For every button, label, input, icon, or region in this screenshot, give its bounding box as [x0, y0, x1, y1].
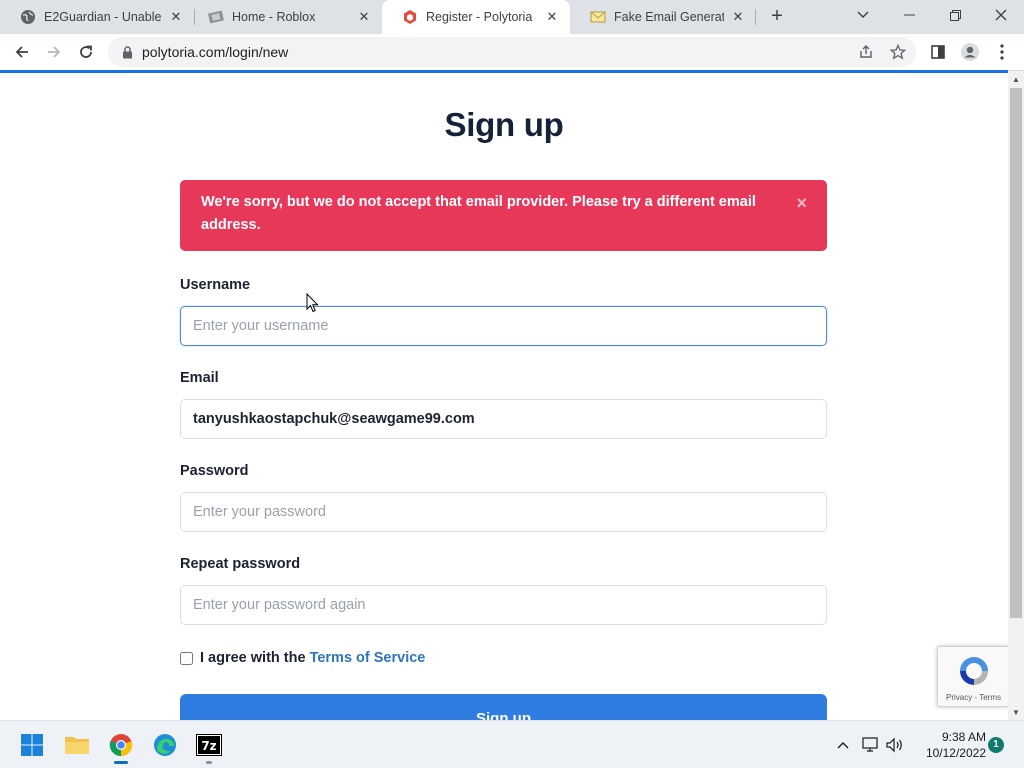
email-label: Email: [180, 370, 219, 386]
username-input[interactable]: [180, 306, 827, 346]
clock-time: 9:38 AM: [941, 730, 986, 744]
system-clock[interactable]: 9:38 AM 10/12/2022: [910, 729, 986, 761]
scroll-up-arrow-icon[interactable]: ▲: [1008, 71, 1024, 87]
tab-title: Home - Roblox: [232, 10, 316, 24]
terms-of-service-link[interactable]: Terms of Service: [310, 650, 426, 666]
browser-tab-strip: E2Guardian - Unable to ✕ Home - Roblox ✕…: [0, 0, 1024, 34]
repeat-password-input[interactable]: [180, 585, 827, 625]
sign-up-button-label: Sign up: [476, 710, 531, 720]
browser-toolbar: polytoria.com/login/new: [0, 34, 1024, 71]
recaptcha-badge[interactable]: Privacy - Terms: [937, 646, 1008, 707]
tab-title: Fake Email Generator -: [614, 10, 724, 24]
network-icon[interactable]: [861, 735, 881, 755]
profile-avatar-icon[interactable]: [958, 40, 982, 64]
recaptcha-terms[interactable]: Privacy - Terms: [938, 693, 1009, 702]
notification-badge[interactable]: 1: [988, 737, 1004, 753]
lock-icon[interactable]: [120, 45, 134, 59]
roblox-icon: [208, 9, 224, 25]
address-bar[interactable]: polytoria.com/login/new: [108, 37, 916, 67]
windows-start-icon[interactable]: [16, 729, 48, 761]
edge-icon[interactable]: [149, 729, 181, 761]
tab-close-icon[interactable]: ✕: [356, 9, 372, 25]
globe-icon: [20, 9, 36, 25]
password-label: Password: [180, 463, 249, 479]
tab-fake-email[interactable]: Fake Email Generator - ✕: [570, 0, 756, 34]
file-explorer-icon[interactable]: [61, 729, 93, 761]
username-label: Username: [180, 277, 251, 293]
envelope-icon: [590, 9, 606, 25]
svg-text:7z: 7z: [201, 739, 216, 753]
alert-message: We're sorry, but we do not accept that e…: [201, 194, 756, 233]
repeat-password-label: Repeat password: [180, 556, 301, 572]
agree-text: I agree with the: [200, 650, 306, 666]
bookmark-star-icon[interactable]: [888, 42, 908, 62]
sign-up-button[interactable]: Sign up: [180, 694, 827, 720]
show-hidden-icons-chevron-icon[interactable]: [833, 735, 853, 755]
tab-close-icon[interactable]: ✕: [730, 9, 746, 25]
reload-button[interactable]: [72, 38, 100, 66]
tab-polytoria[interactable]: Register - Polytoria ✕: [382, 0, 570, 34]
scrollbar-thumb[interactable]: [1010, 88, 1022, 618]
side-panel-icon[interactable]: [926, 40, 950, 64]
share-icon[interactable]: [856, 42, 876, 62]
password-input[interactable]: [180, 492, 827, 532]
terms-agreement: I agree with the Terms of Service: [180, 648, 425, 668]
running-app-indicator: [206, 761, 212, 764]
7zip-icon[interactable]: 7z: [193, 729, 225, 764]
active-app-indicator: [114, 761, 128, 764]
error-alert: We're sorry, but we do not accept that e…: [180, 180, 827, 251]
tab-e2guardian[interactable]: E2Guardian - Unable to ✕: [0, 0, 194, 34]
minimize-button[interactable]: [886, 0, 932, 30]
restore-button[interactable]: [932, 0, 978, 30]
chrome-icon[interactable]: [105, 729, 137, 764]
close-window-button[interactable]: [978, 0, 1024, 30]
tab-title: Register - Polytoria: [426, 10, 533, 24]
recaptcha-icon: [960, 657, 988, 685]
windows-taskbar: 7z 9:38 AM 10/12/2022 1: [0, 720, 1024, 768]
polytoria-icon: [402, 9, 418, 25]
forward-button[interactable]: [40, 38, 68, 66]
email-input[interactable]: [180, 399, 827, 439]
url-text: polytoria.com/login/new: [142, 44, 289, 60]
scroll-down-arrow-icon[interactable]: ▼: [1008, 704, 1024, 720]
tab-title: E2Guardian - Unable to: [44, 10, 162, 24]
back-button[interactable]: [8, 38, 36, 66]
browser-menu-icon[interactable]: [990, 40, 1014, 64]
volume-icon[interactable]: [885, 735, 905, 755]
tab-close-icon[interactable]: ✕: [168, 9, 184, 25]
terms-checkbox[interactable]: [180, 651, 193, 665]
page-title: Sign up: [444, 106, 564, 143]
tab-close-icon[interactable]: ✕: [544, 9, 560, 25]
page-viewport: Sign up We're sorry, but we do not accep…: [0, 73, 1008, 720]
tab-roblox[interactable]: Home - Roblox ✕: [188, 0, 382, 34]
new-tab-button[interactable]: +: [765, 6, 789, 28]
tab-separator: [755, 9, 756, 25]
clock-date: 10/12/2022: [925, 746, 986, 760]
tab-search-chevron-icon[interactable]: [840, 0, 886, 30]
alert-close-icon[interactable]: ×: [796, 194, 807, 212]
mouse-cursor-icon: [306, 293, 319, 313]
